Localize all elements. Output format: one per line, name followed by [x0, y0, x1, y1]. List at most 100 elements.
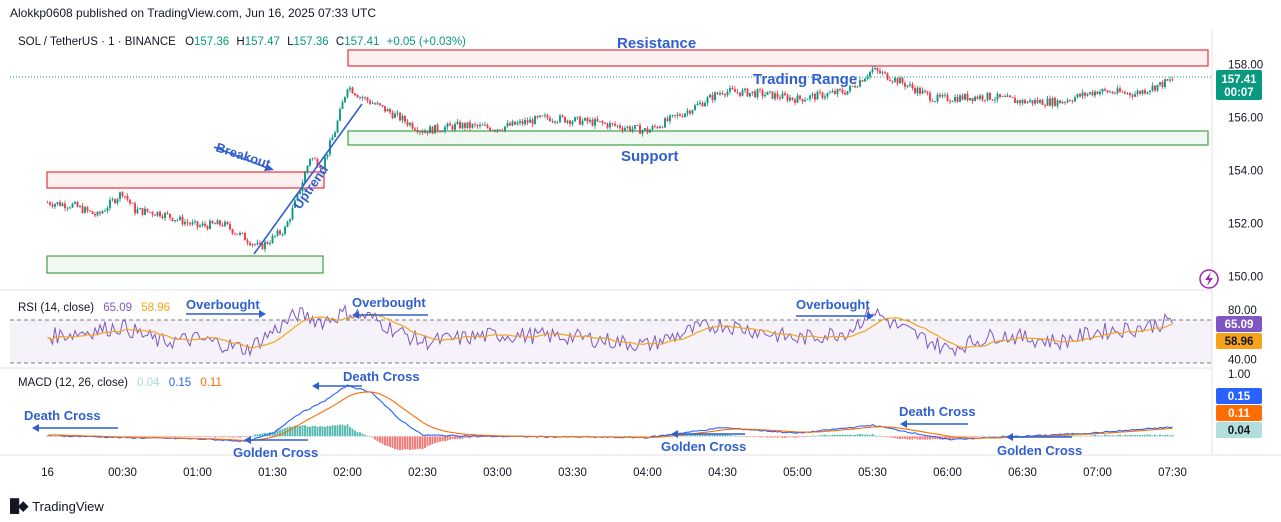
- macd-legend-macd: 0.15: [169, 377, 191, 389]
- histogram-bar: [1146, 434, 1149, 437]
- candle-body: [454, 124, 456, 130]
- candle-body: [861, 80, 864, 82]
- candle-body: [236, 233, 239, 235]
- support-zone: [347, 130, 1209, 146]
- histogram-bar: [884, 436, 886, 437]
- candle-body: [586, 117, 589, 122]
- histogram-bar: [391, 436, 394, 448]
- candle-body: [734, 89, 736, 92]
- histogram-bar: [831, 434, 834, 437]
- histogram-bar: [1096, 435, 1099, 437]
- histogram-bar: [399, 436, 401, 451]
- candle-body: [471, 124, 474, 128]
- candle-body: [1061, 101, 1064, 104]
- candle-body: [1046, 98, 1049, 106]
- change-value: +0.05 (+0.03%): [387, 36, 466, 48]
- histogram-bar: [1116, 434, 1119, 437]
- candle-body: [414, 128, 416, 131]
- candle-body: [786, 95, 789, 101]
- candle-body: [874, 68, 876, 70]
- histogram-bar: [776, 436, 779, 438]
- candle-body: [904, 83, 906, 87]
- histogram-bar: [296, 425, 299, 437]
- candle-body: [399, 112, 401, 121]
- histogram-bar: [999, 436, 1001, 437]
- histogram-bar: [341, 424, 344, 437]
- candle-body: [514, 121, 516, 125]
- histogram-bar: [199, 436, 201, 438]
- histogram-bar: [344, 425, 346, 437]
- death-cross-arrow-1-head: [32, 424, 39, 432]
- histogram-bar: [704, 434, 706, 437]
- macd-badge-value: 0.15: [1228, 391, 1251, 403]
- resistance-label: Resistance: [617, 35, 696, 52]
- candle-body: [534, 116, 536, 125]
- candle-body: [136, 209, 139, 214]
- candle-body: [171, 217, 174, 222]
- candle-body: [769, 91, 771, 93]
- trading-range-label: Trading Range: [753, 71, 857, 88]
- candle-body: [516, 122, 519, 125]
- signal-line: [47, 391, 1173, 442]
- candle-body: [1064, 101, 1066, 103]
- histogram-bar: [319, 426, 321, 437]
- candle-body: [741, 90, 744, 96]
- candle-body: [974, 96, 976, 101]
- candle-body: [166, 212, 169, 214]
- candle-body: [451, 125, 454, 130]
- histogram-bar: [866, 434, 869, 437]
- candle-body: [634, 125, 636, 129]
- histogram-bar: [376, 436, 379, 442]
- candle-body: [494, 129, 496, 131]
- time-tick-label: 04:00: [633, 467, 662, 479]
- lightning-icon[interactable]: [1199, 269, 1219, 289]
- histogram-bar: [774, 436, 776, 438]
- histogram-bar: [646, 436, 649, 437]
- candle-body: [1119, 88, 1121, 92]
- time-tick-label: 01:30: [258, 467, 287, 479]
- histogram-bar: [914, 436, 916, 439]
- candle-body: [116, 199, 119, 204]
- histogram-bar: [151, 436, 154, 437]
- candle-body: [489, 127, 491, 131]
- last-price-badge-value: 157.41: [1221, 74, 1257, 86]
- histogram-bar: [401, 436, 404, 450]
- candle-body: [1001, 96, 1004, 97]
- candle-body: [959, 95, 961, 102]
- candle-body: [111, 199, 114, 201]
- candle-body: [966, 93, 969, 101]
- histogram-bar: [436, 436, 439, 443]
- candle-body: [526, 120, 529, 123]
- histogram-bar: [374, 436, 376, 440]
- candle-body: [381, 105, 384, 107]
- candle-body: [1054, 97, 1056, 106]
- histogram-bar: [234, 436, 236, 438]
- candle-body: [1164, 79, 1166, 87]
- histogram-bar: [59, 436, 61, 437]
- candle-body: [1014, 97, 1016, 103]
- histogram-bar: [394, 436, 396, 450]
- histogram-bar: [254, 434, 256, 437]
- candle-body: [374, 103, 376, 105]
- candle-body: [179, 216, 181, 220]
- histogram-bar: [791, 436, 794, 438]
- histogram-bar: [454, 436, 456, 440]
- candle-body: [531, 119, 534, 125]
- high-value: 157.47: [245, 36, 280, 48]
- candle-body: [51, 204, 54, 207]
- rsi-tick-label: 80.00: [1228, 305, 1257, 317]
- candle-body: [61, 203, 64, 207]
- candle-body: [1151, 85, 1154, 91]
- candle-body: [124, 196, 126, 197]
- candle-body: [66, 207, 69, 209]
- histogram-bar: [881, 436, 884, 437]
- candle-body: [1049, 98, 1051, 106]
- histogram-bar: [901, 436, 904, 439]
- candle-body: [336, 120, 339, 133]
- trading-chart[interactable]: Resistance Trading Range Support Breakou…: [0, 0, 1281, 522]
- candle-body: [456, 121, 459, 125]
- candle-body: [951, 101, 954, 103]
- candle-body: [841, 89, 844, 93]
- candle-body: [994, 99, 996, 101]
- candle-body: [251, 244, 254, 246]
